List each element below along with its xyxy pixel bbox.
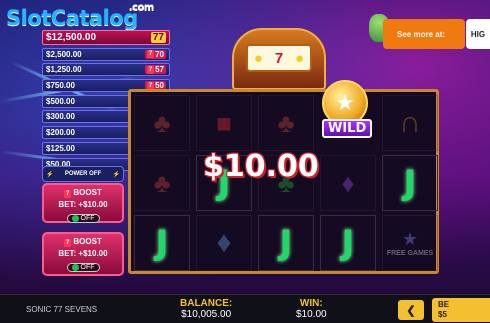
j-symbol: J — [320, 215, 376, 271]
seven-icon: 7 — [64, 239, 72, 247]
j-symbol: J — [258, 215, 314, 271]
lemon-icon: ● — [295, 49, 305, 67]
prize-count-value: 57 — [155, 65, 164, 75]
win-display: WIN: $10.00 — [296, 298, 327, 320]
seven-icon: 7 — [147, 50, 155, 59]
prize-count: 7 70 — [145, 49, 166, 59]
win-value: $10.00 — [296, 309, 327, 320]
letter-j-icon: J — [279, 223, 293, 263]
diamond-icon: ♦ — [341, 167, 355, 198]
game-name: SONIC 77 SEVENS — [26, 305, 98, 314]
bet-value: $5 — [438, 310, 447, 319]
win-label: WIN: — [299, 298, 323, 309]
dice-icon: ■ — [216, 107, 232, 138]
moneybag-symbol: ♣ — [134, 95, 190, 151]
boost-bet: BET: +$10.00 — [58, 249, 108, 258]
boost-label: 7 BOOST — [47, 237, 119, 247]
prize-row: $2,500.00 7 70 — [42, 47, 170, 61]
toggle-dot-icon — [71, 215, 79, 222]
moneybag-symbol: ♣ — [134, 155, 190, 211]
boost-toggle[interactable]: OFF — [66, 214, 100, 223]
star-icon: ★ — [335, 90, 355, 115]
toggle-state: OFF — [80, 264, 95, 271]
boost-toggle-wrap: OFF — [47, 258, 119, 276]
prize-count: 77 — [150, 32, 166, 43]
toggle-dot-icon — [71, 264, 79, 271]
power-indicator: ⚡ POWER OFF ⚡ — [42, 166, 124, 182]
logo-suffix: .com — [128, 2, 155, 13]
lemon-icon: ● — [253, 49, 263, 67]
see-more-label: See more at: — [397, 29, 446, 39]
moneybag-symbol: ♣ — [258, 95, 314, 151]
boost-label-text: BOOST — [73, 188, 102, 197]
boost-bet: BET: +$10.00 — [58, 200, 108, 209]
star-icon: ★ — [401, 229, 419, 249]
dice-symbol: ■ — [196, 95, 252, 151]
letter-j-icon: J — [403, 163, 417, 203]
seven-icon: 7 — [64, 190, 72, 198]
boost-panel[interactable]: 7 BOOST BET: +$10.00 OFF — [42, 183, 124, 223]
boost-toggle[interactable]: OFF — [66, 263, 100, 272]
letter-j-icon: J — [341, 223, 355, 263]
machine-window: ● 7 7 ● — [246, 44, 312, 72]
site-logo: SlotCatalog .com — [6, 2, 154, 30]
diamond-icon: ♦ — [216, 226, 232, 259]
chevron-left-icon: ❮ — [406, 304, 416, 317]
wild-label: WILD — [322, 119, 373, 138]
prize-amount: $12,500.00 — [46, 32, 97, 43]
seven-icon: 7 — [147, 65, 155, 74]
logo-text: SlotCatalog — [6, 6, 138, 30]
promo-partial-label: HIG — [470, 29, 486, 39]
boost-panel[interactable]: 7 BOOST BET: +$10.00 OFF — [42, 232, 124, 276]
prize-count: 7 57 — [145, 65, 166, 75]
prize-count-value: 70 — [155, 49, 164, 59]
prize-amount: $2,500.00 — [46, 49, 82, 59]
bet-button[interactable]: BE $5 — [432, 298, 490, 322]
diamond-symbol: ♦ — [320, 155, 376, 211]
moneybag-icon: ♣ — [153, 167, 171, 198]
bet-label: BE — [438, 300, 450, 309]
horseshoe-icon: ∩ — [399, 106, 421, 139]
toggle-state: OFF — [80, 215, 95, 222]
moneybag-icon: ♣ — [153, 107, 171, 138]
diamond-symbol: ♦ — [196, 215, 252, 271]
lightning-icon: ⚡ — [112, 171, 120, 178]
j-symbol: J — [134, 215, 190, 271]
see-more-banner[interactable]: See more at: — [383, 19, 465, 49]
win-amount-display: $10.00 — [203, 149, 319, 184]
prize-row: $1,250.00 7 57 — [42, 63, 170, 77]
prize-row: $12,500.00 77 — [42, 30, 170, 45]
promo-partial-button[interactable]: HIG — [466, 19, 490, 49]
prize-count-value: 77 — [152, 32, 164, 43]
boost-label: 7 BOOST — [47, 188, 119, 198]
slot-machine-topper: ● 7 7 ● — [232, 28, 326, 90]
balance-value: $10,005.00 — [181, 309, 232, 320]
lightning-icon: ⚡ — [46, 171, 54, 178]
boost-label-text: BOOST — [73, 237, 102, 246]
power-label: POWER OFF — [64, 171, 102, 177]
balance-label: BALANCE: — [180, 298, 233, 309]
balance-display: BALANCE: $10,005.00 — [180, 298, 232, 320]
previous-button[interactable]: ❮ — [398, 300, 424, 320]
footer-bar: SONIC 77 SEVENS BALANCE: $10,005.00 WIN:… — [0, 294, 490, 323]
free-games-label: FREE GAMES — [386, 250, 434, 257]
horseshoe-symbol: ∩ — [382, 95, 438, 151]
free-games-symbol: ★ FREE GAMES — [382, 215, 438, 271]
letter-j-icon: J — [155, 223, 169, 263]
seven-symbol: 7 — [274, 49, 284, 67]
moneybag-icon: ♣ — [277, 107, 295, 138]
boost-toggle-wrap: OFF — [47, 209, 119, 227]
j-symbol: J — [382, 155, 438, 211]
prize-amount: $1,250.00 — [46, 65, 82, 75]
